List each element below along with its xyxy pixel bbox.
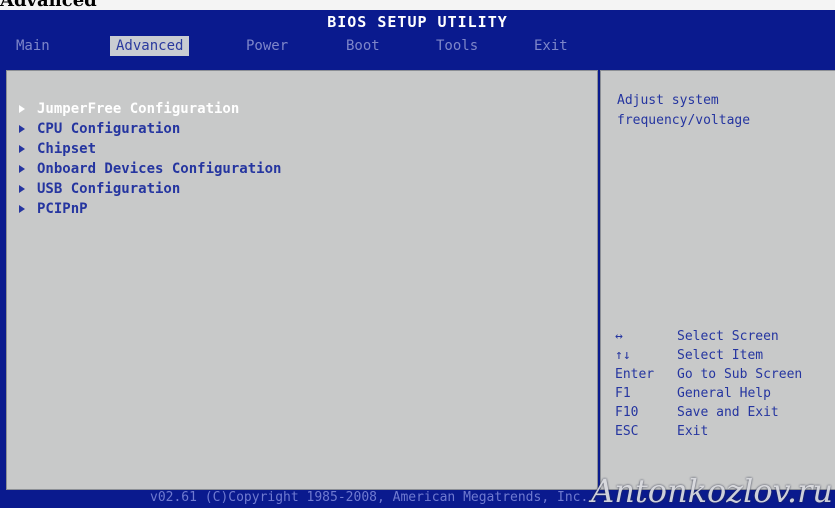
menu-panel: JumperFree Configuration CPU Configurati…: [6, 70, 598, 490]
submenu-arrow-icon: [19, 145, 25, 153]
menu-item-pcipnp[interactable]: PCIPnP: [19, 199, 281, 219]
key-row: Enter Go to Sub Screen: [615, 365, 835, 384]
menu-item-onboard-devices[interactable]: Onboard Devices Configuration: [19, 159, 281, 179]
tab-tools[interactable]: Tools: [430, 36, 484, 56]
cropped-header-word: Advanced: [0, 0, 97, 11]
menu-item-label: USB Configuration: [37, 181, 181, 197]
key-label: Enter: [615, 367, 655, 382]
menu-item-jumperfree[interactable]: JumperFree Configuration: [19, 99, 281, 119]
menu-item-cpu[interactable]: CPU Configuration: [19, 119, 281, 139]
key-action: General Help: [677, 386, 771, 401]
help-panel: Adjust system frequency/voltage ↔ Select…: [600, 70, 835, 490]
key-label: ESC: [615, 424, 639, 439]
key-legend: ↔ Select Screen ↑↓ Select Item Enter Go …: [615, 327, 835, 441]
menu-item-label: PCIPnP: [37, 201, 88, 217]
bios-title: BIOS SETUP UTILITY: [327, 13, 508, 31]
menu-item-label: JumperFree Configuration: [37, 101, 240, 117]
key-action: Select Item: [677, 348, 764, 363]
advanced-menu: JumperFree Configuration CPU Configurati…: [19, 99, 281, 219]
tab-bar: Main Advanced Power Boot Tools Exit: [0, 34, 835, 58]
submenu-arrow-icon: [19, 185, 25, 193]
key-label: F10: [615, 405, 639, 420]
key-row: ESC Exit: [615, 422, 835, 441]
help-description: Adjust system frequency/voltage: [617, 93, 751, 128]
key-action: Select Screen: [677, 329, 779, 344]
menu-item-label: Chipset: [37, 141, 97, 157]
key-row: F1 General Help: [615, 384, 835, 403]
tab-boot[interactable]: Boot: [340, 36, 386, 56]
menu-item-usb[interactable]: USB Configuration: [19, 179, 281, 199]
key-action: Exit: [677, 424, 709, 439]
submenu-arrow-icon: [19, 205, 25, 213]
key-label: F1: [615, 386, 631, 401]
watermark: Antonkozlov.ru: [591, 472, 833, 508]
tab-main[interactable]: Main: [10, 36, 56, 56]
key-action: Go to Sub Screen: [677, 367, 803, 382]
submenu-arrow-icon: [19, 105, 25, 113]
submenu-arrow-icon: [19, 125, 25, 133]
menu-item-label: CPU Configuration: [37, 121, 181, 137]
bios-screen: BIOS SETUP UTILITY Main Advanced Power B…: [0, 10, 835, 508]
key-row: ↑↓ Select Item: [615, 346, 835, 365]
up-down-arrows-icon: ↑↓: [615, 348, 631, 363]
menu-item-chipset[interactable]: Chipset: [19, 139, 281, 159]
key-action: Save and Exit: [677, 405, 779, 420]
tab-exit[interactable]: Exit: [528, 36, 574, 56]
left-right-arrows-icon: ↔: [615, 329, 623, 344]
copyright-text: v02.61 (C)Copyright 1985-2008, American …: [150, 490, 589, 505]
tab-power[interactable]: Power: [240, 36, 294, 56]
tab-advanced[interactable]: Advanced: [110, 36, 190, 56]
submenu-arrow-icon: [19, 165, 25, 173]
key-row: ↔ Select Screen: [615, 327, 835, 346]
key-row: F10 Save and Exit: [615, 403, 835, 422]
menu-item-label: Onboard Devices Configuration: [37, 161, 282, 177]
